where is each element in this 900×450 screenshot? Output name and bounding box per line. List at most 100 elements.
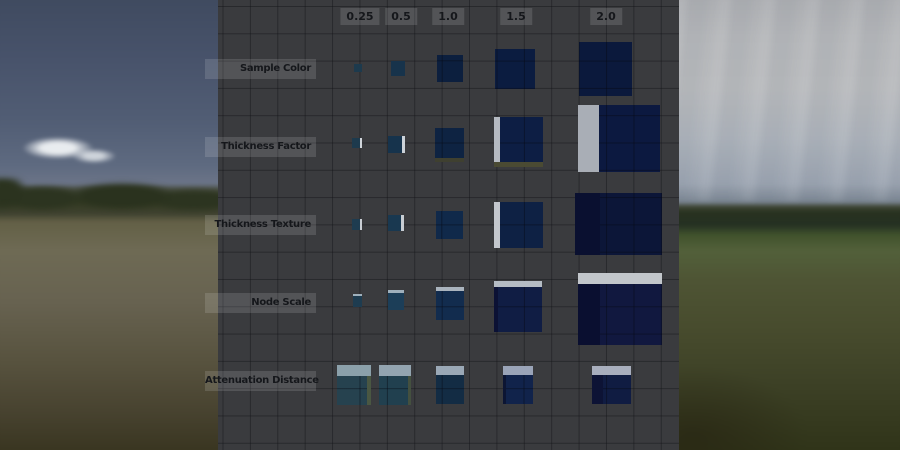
cube bbox=[379, 365, 411, 405]
viewport-3d[interactable]: 0.250.51.01.52.0Sample ColorThickness Fa… bbox=[0, 0, 900, 450]
cube-top-face bbox=[436, 366, 464, 375]
cube bbox=[353, 294, 362, 307]
cube bbox=[436, 287, 464, 320]
cube bbox=[575, 193, 662, 255]
cube-mid bbox=[495, 49, 535, 89]
cube-mid bbox=[353, 296, 362, 307]
cube-bottom-face bbox=[435, 158, 464, 162]
row-label-chip: Sample Color bbox=[205, 59, 316, 79]
cube-front-face bbox=[436, 375, 464, 404]
cube-left-face bbox=[592, 375, 603, 404]
cube-front-face bbox=[388, 215, 401, 231]
cloud-streaks bbox=[675, 0, 900, 201]
cube-mid bbox=[352, 219, 362, 230]
cube-mid bbox=[575, 193, 662, 255]
cube-mid bbox=[379, 376, 411, 405]
cube-mid bbox=[391, 61, 405, 76]
cube-mid bbox=[437, 55, 463, 82]
cube-front-face bbox=[353, 296, 362, 307]
cube-mid bbox=[592, 375, 631, 404]
cube bbox=[437, 55, 463, 82]
cube-right-face bbox=[402, 136, 405, 153]
cube-front-face bbox=[600, 284, 662, 345]
cube bbox=[388, 215, 404, 231]
column-header-chip: 2.0 bbox=[590, 8, 622, 25]
cube-front-face bbox=[354, 64, 362, 72]
cube-front-face bbox=[352, 138, 360, 148]
cube-mid bbox=[579, 42, 632, 96]
cube-front-face bbox=[603, 375, 631, 404]
cube bbox=[337, 365, 371, 405]
cube bbox=[352, 219, 362, 230]
cube-top-face bbox=[503, 366, 533, 375]
column-header-chip: 0.5 bbox=[385, 8, 417, 25]
cube-front-face bbox=[379, 376, 408, 405]
cube-front-face bbox=[600, 193, 662, 255]
cube-front-face bbox=[388, 293, 404, 310]
cube-front-face bbox=[579, 42, 632, 96]
row-label-chip: Attenuation Distance bbox=[205, 371, 316, 391]
cube bbox=[503, 366, 533, 404]
cube-mid bbox=[388, 293, 404, 310]
column-header-chip: 0.25 bbox=[340, 8, 379, 25]
cube-mid bbox=[352, 138, 362, 148]
cube-front-face bbox=[435, 128, 464, 158]
cube-mid bbox=[494, 202, 543, 248]
cube-front-face bbox=[599, 105, 660, 172]
cube-mid bbox=[388, 136, 405, 153]
cube-right-face bbox=[360, 219, 362, 230]
cube bbox=[354, 64, 362, 72]
cube bbox=[578, 273, 662, 345]
cube-front-face bbox=[500, 202, 543, 248]
cube bbox=[494, 281, 542, 332]
cube bbox=[388, 136, 405, 153]
cube-right-face bbox=[367, 376, 371, 405]
cube-mid bbox=[503, 375, 533, 404]
column-header-chip: 1.0 bbox=[432, 8, 464, 25]
cube-right-face bbox=[401, 215, 404, 231]
cube-mid bbox=[494, 117, 543, 162]
cube-front-face bbox=[436, 291, 464, 320]
cube bbox=[578, 105, 660, 172]
cube-mid bbox=[578, 284, 662, 345]
cube bbox=[579, 42, 632, 96]
cube-front-face bbox=[388, 136, 402, 153]
cube bbox=[352, 138, 362, 148]
cube-front-face bbox=[352, 219, 360, 230]
cube bbox=[494, 117, 543, 167]
cube bbox=[391, 61, 405, 76]
cube-mid bbox=[436, 375, 464, 404]
cube bbox=[436, 366, 464, 404]
cube-right-face bbox=[360, 138, 362, 148]
cube-top-face bbox=[337, 365, 371, 376]
background-photo-left bbox=[0, 0, 224, 450]
cube-mid bbox=[578, 105, 660, 172]
row-label-chip: Node Scale bbox=[205, 293, 316, 313]
cube-front-face bbox=[495, 49, 535, 89]
cube-mid bbox=[354, 64, 362, 72]
cube-left-face bbox=[578, 105, 599, 172]
cube-mid bbox=[435, 128, 464, 158]
cube-left-face bbox=[578, 284, 600, 345]
cube-mid bbox=[494, 287, 542, 332]
cube bbox=[495, 49, 535, 89]
cube-left-face bbox=[575, 193, 600, 255]
cube-front-face bbox=[337, 376, 367, 405]
cube-front-face bbox=[391, 61, 405, 76]
cube-front-face bbox=[500, 117, 543, 162]
cube bbox=[494, 202, 543, 248]
cube-right-face bbox=[408, 376, 411, 405]
cube-top-face bbox=[379, 365, 411, 376]
treeline bbox=[0, 178, 226, 220]
cube-front-face bbox=[506, 375, 533, 404]
row-label-chip: Thickness Factor bbox=[205, 137, 316, 157]
cube-top-face bbox=[578, 273, 662, 284]
cube-mid bbox=[388, 215, 404, 231]
cube-top-face bbox=[592, 366, 631, 375]
cube-mid bbox=[436, 291, 464, 320]
cube bbox=[592, 366, 631, 404]
cube-front-face bbox=[498, 287, 542, 332]
cube-bottom-face bbox=[494, 162, 543, 167]
cube-mid bbox=[436, 211, 463, 239]
cube-mid bbox=[337, 376, 371, 405]
